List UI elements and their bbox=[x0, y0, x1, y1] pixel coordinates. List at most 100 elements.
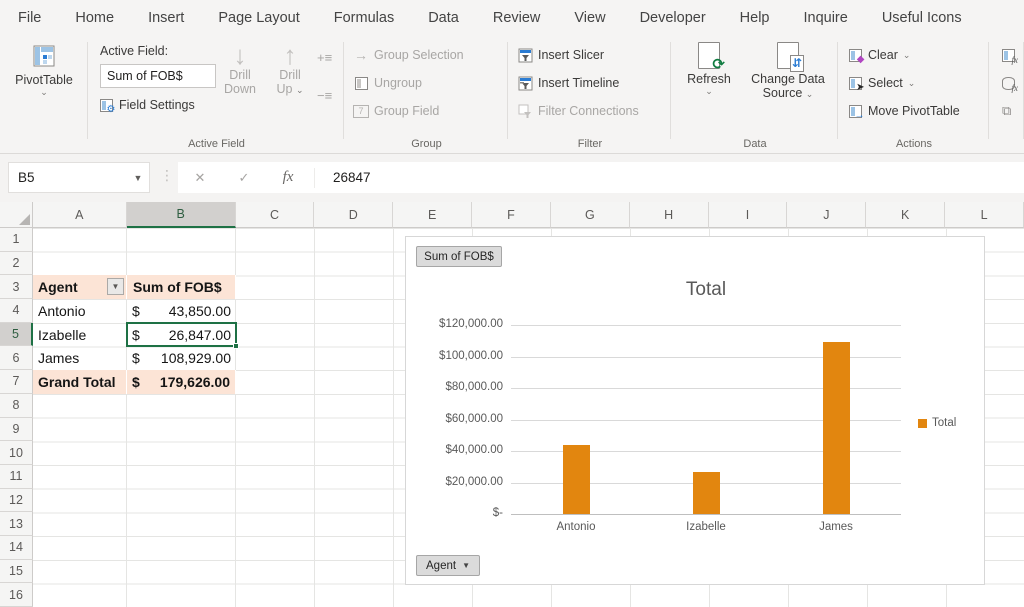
chart-title[interactable]: Total bbox=[511, 279, 901, 301]
pivot-header-agent[interactable]: Agent ▼ bbox=[33, 275, 127, 299]
column-header-A[interactable]: A bbox=[33, 202, 127, 228]
relationships-icon: ⧉ bbox=[1002, 100, 1011, 122]
column-header-B[interactable]: B bbox=[127, 202, 236, 228]
filter-connections-icon bbox=[517, 103, 533, 119]
group-label-group: Group bbox=[345, 138, 508, 150]
row-header-7[interactable]: 7 bbox=[0, 370, 33, 394]
fill-handle[interactable] bbox=[233, 343, 239, 349]
pivot-grand-total-label[interactable]: Grand Total bbox=[33, 370, 127, 394]
insert-slicer-button[interactable]: Insert Slicer bbox=[517, 44, 604, 66]
row-header-3[interactable]: 3 bbox=[0, 275, 33, 299]
row-header-8[interactable]: 8 bbox=[0, 394, 33, 418]
row-header-10[interactable]: 10 bbox=[0, 441, 33, 465]
active-field-input[interactable]: Sum of FOB$ bbox=[100, 64, 216, 88]
ungroup-button: Ungroup bbox=[353, 72, 422, 94]
refresh-icon: ⟳ bbox=[698, 42, 720, 69]
tab-inquire[interactable]: Inquire bbox=[803, 10, 847, 26]
row-header-5[interactable]: 5 bbox=[0, 323, 33, 347]
column-header-C[interactable]: C bbox=[236, 202, 315, 228]
row-header-15[interactable]: 15 bbox=[0, 560, 33, 584]
column-header-E[interactable]: E bbox=[393, 202, 472, 228]
chart-legend[interactable]: Total bbox=[918, 417, 956, 429]
field-settings-button[interactable]: ⚙ Field Settings bbox=[98, 94, 195, 116]
row-headers: 12345678910111213141516 bbox=[0, 228, 33, 607]
insert-function-button[interactable]: fx bbox=[266, 169, 310, 186]
refresh-button[interactable]: ⟳ Refresh ⌄ bbox=[678, 42, 740, 97]
column-header-J[interactable]: J bbox=[787, 202, 866, 228]
row-header-13[interactable]: 13 bbox=[0, 512, 33, 536]
tab-file[interactable]: File bbox=[18, 10, 41, 26]
bar-izabelle[interactable] bbox=[693, 472, 720, 514]
select-button[interactable]: ➤ Select⌄ bbox=[847, 72, 915, 94]
row-header-9[interactable]: 9 bbox=[0, 418, 33, 442]
tab-page-layout[interactable]: Page Layout bbox=[218, 10, 299, 26]
pivot-row-label[interactable]: Izabelle bbox=[33, 323, 127, 347]
cancel-button[interactable]: ✕ bbox=[178, 170, 222, 186]
pivottable-button[interactable]: PivotTable ⌄ bbox=[0, 42, 88, 98]
chart-value-field-button[interactable]: Sum of FOB$ bbox=[416, 246, 502, 267]
pivot-header-value[interactable]: Sum of FOB$ bbox=[127, 275, 236, 299]
y-axis-tick-label: $- bbox=[406, 507, 503, 519]
enter-button[interactable]: ✓ bbox=[222, 170, 266, 186]
tab-insert[interactable]: Insert bbox=[148, 10, 184, 26]
olap-tools-icon: fx bbox=[1002, 72, 1015, 94]
name-box[interactable]: B5 ▼ bbox=[8, 162, 150, 193]
legend-label: Total bbox=[932, 417, 956, 429]
pivot-grand-total-value[interactable]: $179,626.00 bbox=[127, 370, 236, 394]
tab-help[interactable]: Help bbox=[740, 10, 770, 26]
field-settings-icon: ⚙ bbox=[98, 97, 114, 113]
pivot-row-value[interactable]: $108,929.00 bbox=[127, 347, 236, 371]
tab-review[interactable]: Review bbox=[493, 10, 541, 26]
chevron-down-icon: ▼ bbox=[462, 561, 470, 570]
ribbon-group-pivottable: PivotTable ⌄ . bbox=[0, 36, 88, 153]
select-all-button[interactable] bbox=[0, 202, 33, 228]
y-axis-tick-label: $120,000.00 bbox=[406, 318, 503, 330]
row-header-2[interactable]: 2 bbox=[0, 252, 33, 276]
row-header-11[interactable]: 11 bbox=[0, 465, 33, 489]
insert-timeline-button[interactable]: Insert Timeline bbox=[517, 72, 619, 94]
pivot-chart[interactable]: Sum of FOB$ Total Total Agent ▼ $120,000… bbox=[405, 236, 985, 585]
tab-data[interactable]: Data bbox=[428, 10, 459, 26]
group-selection-icon: → bbox=[353, 47, 369, 63]
bar-james[interactable] bbox=[823, 342, 850, 514]
clear-button[interactable]: ◆ Clear⌄ bbox=[847, 44, 910, 66]
tab-useful-icons[interactable]: Useful Icons bbox=[882, 10, 962, 26]
tab-home[interactable]: Home bbox=[75, 10, 114, 26]
row-header-1[interactable]: 1 bbox=[0, 228, 33, 252]
column-header-I[interactable]: I bbox=[709, 202, 788, 228]
x-axis-category-label: Antonio bbox=[511, 521, 641, 533]
chevron-down-icon[interactable]: ▼ bbox=[127, 173, 149, 183]
group-selection-button: → Group Selection bbox=[353, 44, 464, 66]
tab-view[interactable]: View bbox=[574, 10, 605, 26]
pivot-row-label[interactable]: Antonio bbox=[33, 299, 127, 323]
column-headers: ABCDEFGHIJKL bbox=[0, 202, 1024, 228]
y-axis-tick-label: $60,000.00 bbox=[406, 413, 503, 425]
column-header-H[interactable]: H bbox=[630, 202, 709, 228]
column-header-D[interactable]: D bbox=[314, 202, 393, 228]
column-header-L[interactable]: L bbox=[945, 202, 1024, 228]
row-header-16[interactable]: 16 bbox=[0, 583, 33, 607]
formula-bar: B5 ▼ ⋮ ✕ ✓ fx 26847 bbox=[0, 154, 1024, 202]
pivot-row-label[interactable]: James bbox=[33, 347, 127, 371]
pivot-row-value[interactable]: $43,850.00 bbox=[127, 299, 236, 323]
tab-developer[interactable]: Developer bbox=[640, 10, 706, 26]
move-pivottable-icon: → bbox=[847, 103, 863, 119]
formula-input[interactable]: 26847 bbox=[319, 170, 371, 185]
row-header-12[interactable]: 12 bbox=[0, 489, 33, 513]
filter-dropdown-button[interactable]: ▼ bbox=[107, 278, 124, 295]
tab-formulas[interactable]: Formulas bbox=[334, 10, 394, 26]
column-header-G[interactable]: G bbox=[551, 202, 630, 228]
ribbon: PivotTable ⌄ . Active Field: Sum of FOB$… bbox=[0, 36, 1024, 154]
ribbon-group-data: ⟳ Refresh ⌄ ⇵ Change Data Source ⌄ Data bbox=[672, 36, 838, 153]
change-data-source-icon: ⇵ bbox=[777, 42, 799, 69]
bar-antonio[interactable] bbox=[563, 445, 590, 514]
move-pivottable-button[interactable]: → Move PivotTable bbox=[847, 100, 960, 122]
column-header-K[interactable]: K bbox=[866, 202, 945, 228]
row-header-14[interactable]: 14 bbox=[0, 536, 33, 560]
column-header-F[interactable]: F bbox=[472, 202, 551, 228]
row-header-4[interactable]: 4 bbox=[0, 299, 33, 323]
row-header-6[interactable]: 6 bbox=[0, 346, 33, 370]
group-label-actions: Actions bbox=[839, 138, 989, 150]
chart-axis-field-button[interactable]: Agent ▼ bbox=[416, 555, 480, 576]
change-data-source-button[interactable]: ⇵ Change Data Source ⌄ bbox=[744, 42, 832, 100]
